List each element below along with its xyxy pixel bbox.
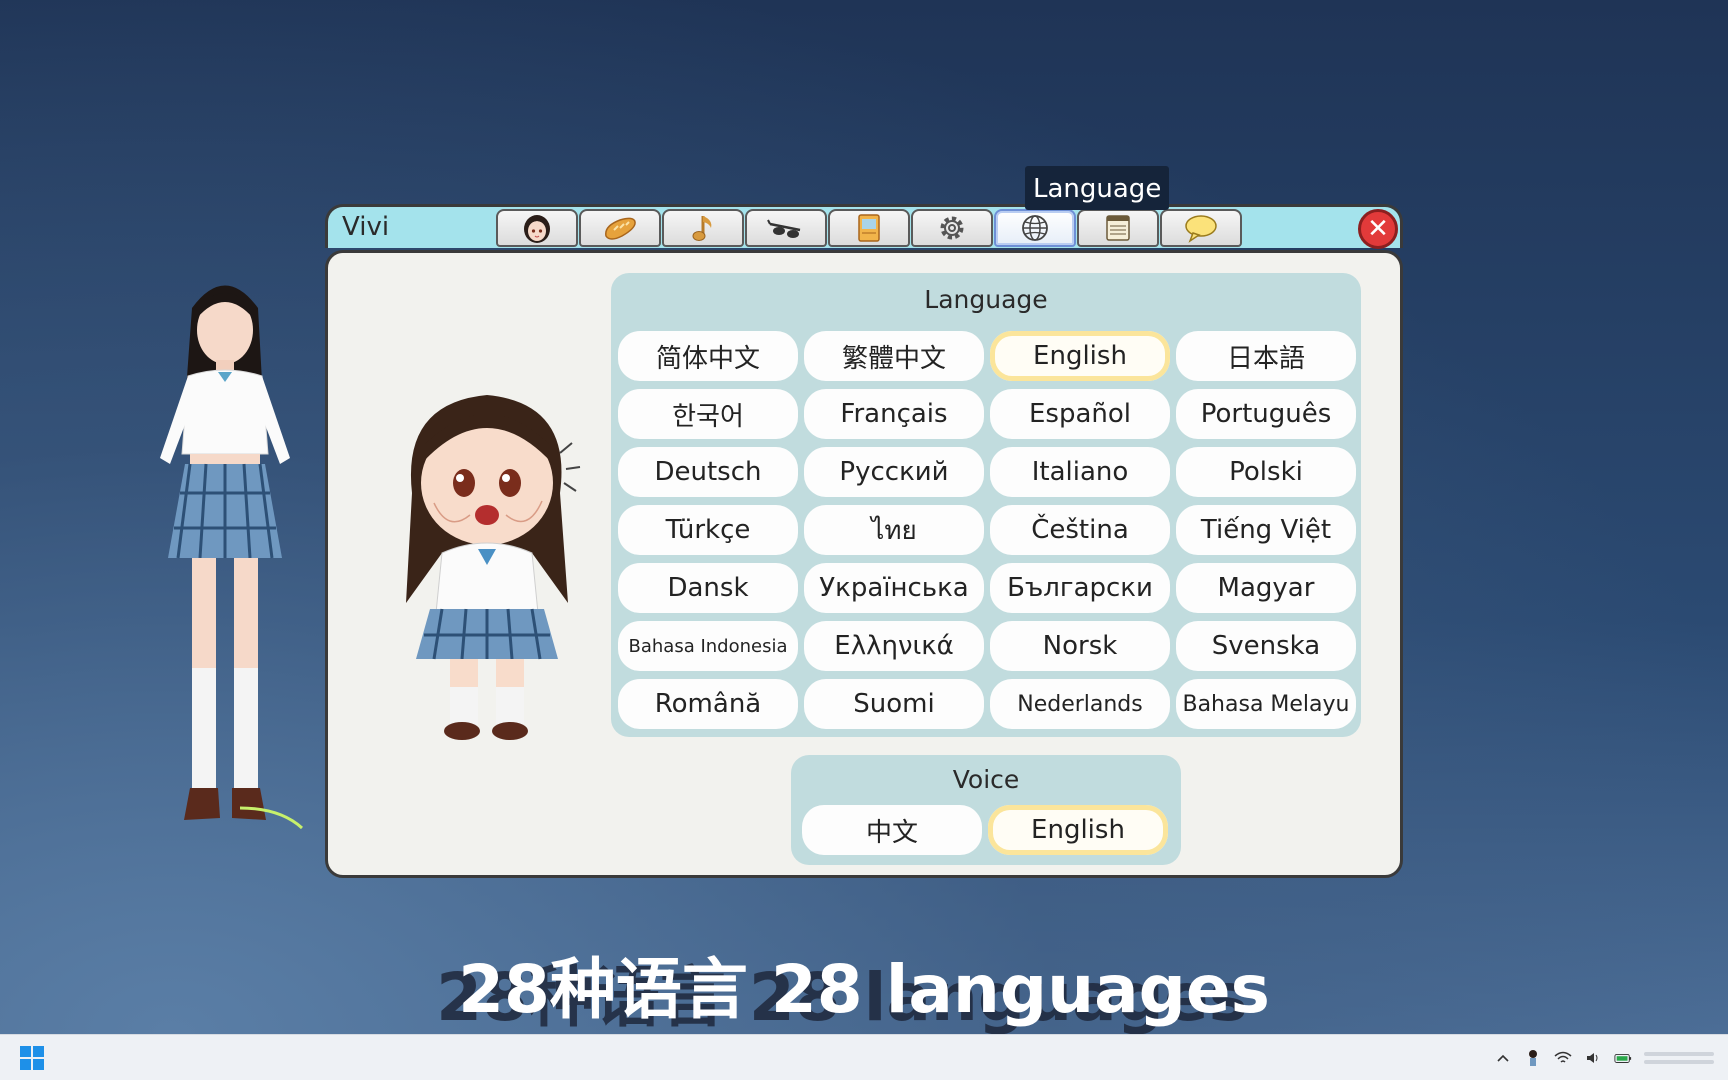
- language-options-grid: 简体中文 繁體中文 English 日本語 한국어 Français Español Port…: [618, 331, 1356, 729]
- language-option-button[interactable]: 日本語: [1176, 331, 1356, 381]
- gear-icon: [940, 216, 964, 240]
- language-option-button[interactable]: Suomi: [804, 679, 984, 729]
- system-tray: [1494, 1044, 1714, 1072]
- language-option-button[interactable]: Polski: [1176, 447, 1356, 497]
- tab-book[interactable]: [828, 209, 910, 247]
- language-option-button[interactable]: Norsk: [990, 621, 1170, 671]
- app-window: Vivi ✕ Language Language 简体中文 繁體中文 Engli…: [325, 166, 1403, 878]
- language-option-button[interactable]: Türkçe: [618, 505, 798, 555]
- chibi-character-illustration: [406, 395, 581, 740]
- tab-language[interactable]: [994, 209, 1076, 247]
- language-option-button[interactable]: Nederlands: [990, 679, 1170, 729]
- windows-logo-pane: [20, 1046, 31, 1057]
- standing-character-illustration: [160, 285, 304, 830]
- battery-icon[interactable]: [1614, 1049, 1632, 1067]
- language-option-button[interactable]: Български: [990, 563, 1170, 613]
- voice-options-grid: 中文 English: [802, 805, 1168, 855]
- windows-logo-pane: [20, 1059, 31, 1070]
- language-option-button[interactable]: 简体中文: [618, 331, 798, 381]
- language-option-button[interactable]: Bahasa Indonesia: [618, 621, 798, 671]
- language-option-button[interactable]: Magyar: [1176, 563, 1356, 613]
- book-icon: [858, 214, 880, 242]
- language-tooltip: Language: [1025, 166, 1170, 210]
- notebook-icon: [1106, 215, 1130, 241]
- language-option-button[interactable]: Tiếng Việt: [1176, 505, 1356, 555]
- glasses-icon: [767, 219, 801, 238]
- language-option-button[interactable]: Dansk: [618, 563, 798, 613]
- voice-section-title: Voice: [952, 765, 1020, 794]
- content-panel: Language 简体中文 繁體中文 English 日本語 한국어 Français Es…: [325, 250, 1403, 878]
- language-option-button[interactable]: Italiano: [990, 447, 1170, 497]
- language-option-button[interactable]: 한국어: [618, 389, 798, 439]
- tab-character[interactable]: [496, 209, 578, 247]
- language-option-button[interactable]: Español: [990, 389, 1170, 439]
- language-option-button[interactable]: English: [990, 331, 1170, 381]
- globe-icon: [1022, 215, 1048, 241]
- tab-music[interactable]: [662, 209, 744, 247]
- language-option-button[interactable]: ไทย: [804, 505, 984, 555]
- clock-area[interactable]: [1644, 1044, 1714, 1072]
- tab-accessories[interactable]: [745, 209, 827, 247]
- chevron-up-icon[interactable]: [1494, 1049, 1512, 1067]
- wifi-icon[interactable]: [1554, 1049, 1572, 1067]
- language-option-button[interactable]: Русский: [804, 447, 984, 497]
- speaker-icon[interactable]: [1584, 1049, 1602, 1067]
- windows-logo-pane: [33, 1059, 44, 1070]
- tab-bar: [496, 209, 1242, 247]
- titlebar[interactable]: Vivi ✕: [325, 204, 1403, 249]
- tab-notes[interactable]: [1077, 209, 1159, 247]
- language-section-title: Language: [924, 285, 1048, 314]
- language-option-button[interactable]: Français: [804, 389, 984, 439]
- voice-section: Voice 中文 English: [791, 755, 1181, 865]
- close-button[interactable]: ✕: [1358, 209, 1398, 249]
- start-button[interactable]: [20, 1046, 44, 1070]
- language-section: Language 简体中文 繁體中文 English 日本語 한국어 Français Es…: [611, 273, 1361, 737]
- app-tray-character-icon[interactable]: [1524, 1049, 1542, 1067]
- windows-logo-pane: [33, 1046, 44, 1057]
- window-title: Vivi: [342, 212, 390, 242]
- clock-date-placeholder: [1644, 1060, 1714, 1064]
- tab-settings[interactable]: [911, 209, 993, 247]
- tab-food[interactable]: [579, 209, 661, 247]
- language-option-button[interactable]: Deutsch: [618, 447, 798, 497]
- speech-bubble-icon: [1185, 215, 1217, 243]
- tab-chat[interactable]: [1160, 209, 1242, 247]
- language-option-button[interactable]: Bahasa Melayu: [1176, 679, 1356, 729]
- voice-option-button[interactable]: English: [988, 805, 1168, 855]
- language-option-button[interactable]: Română: [618, 679, 798, 729]
- character-portrait-icon: [524, 215, 550, 243]
- taskbar: [0, 1034, 1728, 1080]
- clock-time-placeholder: [1644, 1052, 1714, 1056]
- video-caption: 28种语言 28 languages: [458, 951, 1270, 1028]
- voice-option-button[interactable]: 中文: [802, 805, 982, 855]
- language-option-button[interactable]: Čeština: [990, 505, 1170, 555]
- bread-icon: [605, 217, 636, 240]
- language-option-button[interactable]: Ελληνικά: [804, 621, 984, 671]
- language-option-button[interactable]: 繁體中文: [804, 331, 984, 381]
- language-option-button[interactable]: Português: [1176, 389, 1356, 439]
- music-note-icon: [692, 216, 712, 241]
- language-option-button[interactable]: Svenska: [1176, 621, 1356, 671]
- language-option-button[interactable]: Українська: [804, 563, 984, 613]
